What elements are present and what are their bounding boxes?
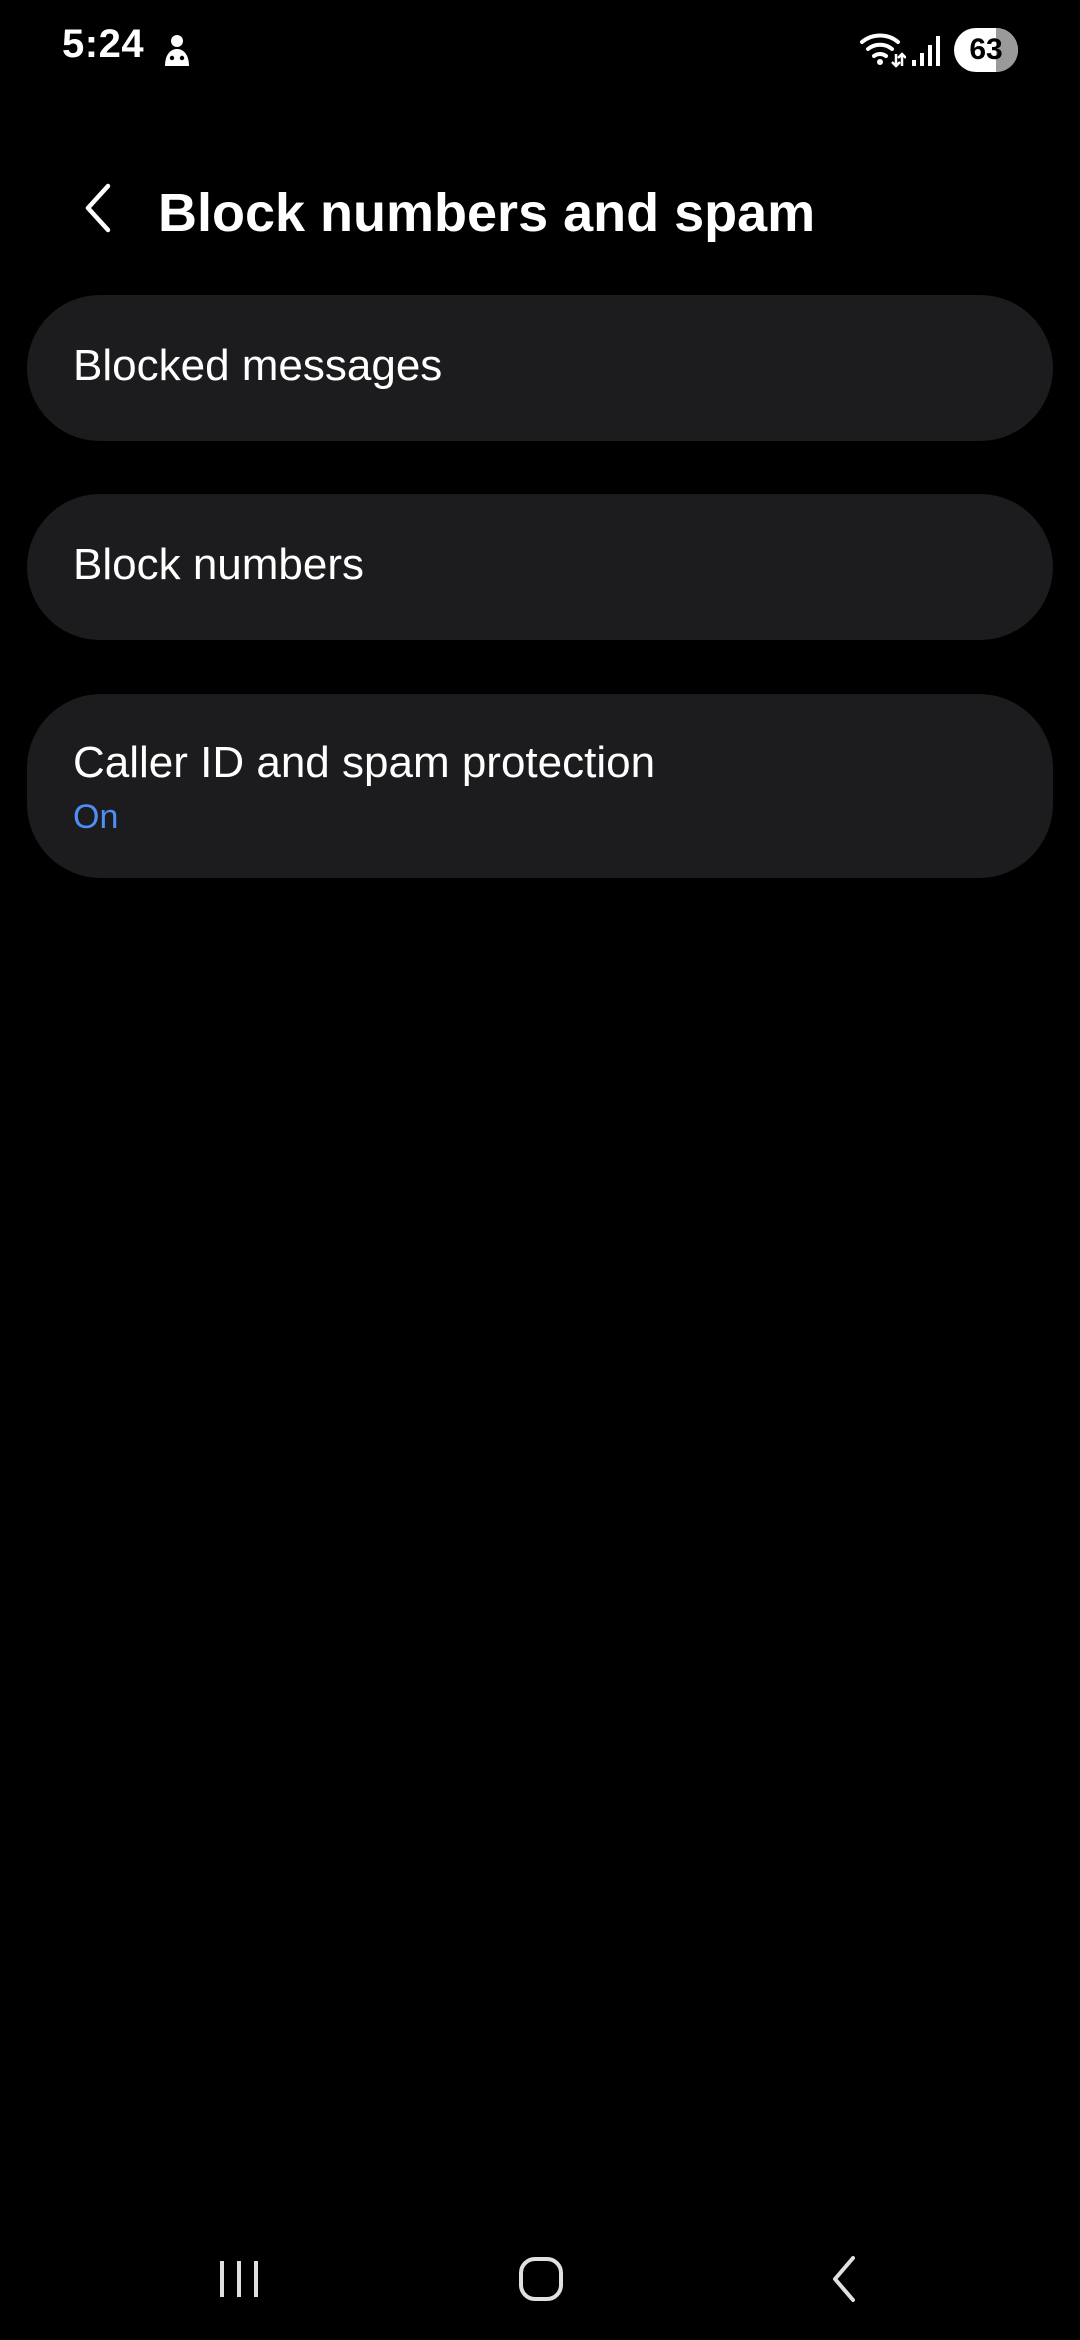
app-bar: Block numbers and spam	[0, 160, 1080, 260]
item-title: Caller ID and spam protection	[73, 738, 656, 787]
page-title: Block numbers and spam	[158, 183, 816, 243]
signal-icon	[910, 34, 940, 68]
item-title: Block numbers	[73, 540, 365, 589]
wifi-icon	[858, 30, 907, 70]
status-time: 5:24	[62, 22, 145, 66]
battery-icon: 63	[954, 28, 1018, 72]
navigation-bar	[0, 2230, 1080, 2340]
recents-icon	[214, 2257, 264, 2306]
item-title: Blocked messages	[73, 341, 443, 390]
notification-icon	[160, 32, 194, 70]
chevron-left-icon	[78, 180, 118, 241]
battery-level: 63	[969, 33, 1003, 66]
nav-back-button[interactable]	[800, 2246, 890, 2316]
recents-button[interactable]	[194, 2246, 284, 2316]
caller-id-spam-protection-item[interactable]: Caller ID and spam protection On	[27, 694, 1053, 878]
status-bar: 5:24 63	[0, 0, 1080, 100]
home-button[interactable]	[496, 2246, 586, 2316]
home-icon	[516, 2254, 566, 2309]
blocked-messages-item[interactable]: Blocked messages	[27, 295, 1053, 441]
block-numbers-item[interactable]: Block numbers	[27, 494, 1053, 640]
back-button[interactable]	[60, 172, 136, 248]
item-status: On	[73, 798, 119, 836]
back-icon	[825, 2254, 865, 2309]
